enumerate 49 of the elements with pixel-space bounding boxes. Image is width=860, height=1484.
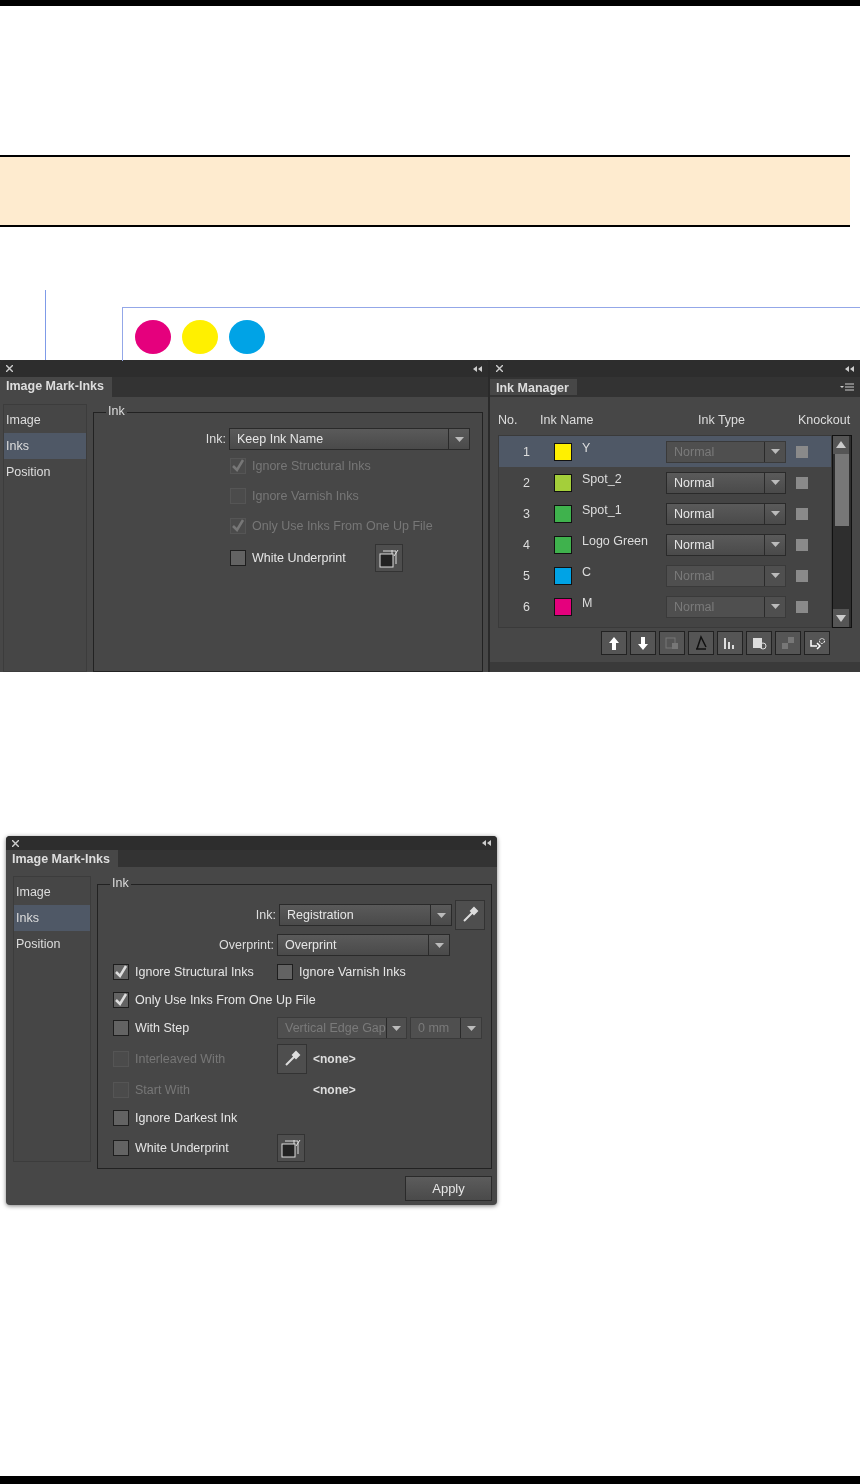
dropdown[interactable]: Keep Ink Name (229, 428, 470, 450)
value-text: <none> (313, 1083, 356, 1097)
dropdown[interactable]: Registration (279, 904, 452, 926)
table-cell-text: 2 (522, 475, 531, 490)
checkbox-label: Ignore Varnish Inks (299, 965, 406, 979)
group-title: Ink (110, 876, 131, 890)
table-cell-text: 5 (522, 568, 531, 583)
column-header: Ink Type (697, 413, 747, 427)
checkbox-label: With Step (135, 1021, 190, 1035)
dropdown[interactable]: Normal (666, 471, 786, 494)
column-header: No. (498, 413, 519, 427)
nav-item[interactable]: Inks (4, 433, 86, 459)
nav-item[interactable]: Inks (14, 905, 90, 931)
checkbox-label: White Underprint (252, 551, 346, 565)
dropdown[interactable]: Normal (666, 502, 786, 525)
nav-item[interactable]: Position (4, 459, 86, 485)
column-header: Knockout (798, 413, 852, 427)
apply-button[interactable]: Apply (405, 1176, 492, 1201)
checkbox-label: Ignore Darkest Ink (135, 1111, 238, 1125)
table-cell-text: 4 (522, 537, 531, 552)
nav-item[interactable]: Image (4, 407, 86, 433)
table-cell-text: Y (582, 440, 592, 455)
field-label: Ink: (255, 908, 276, 922)
table-cell-text: Spot_1 (582, 502, 623, 517)
table-cell-text: Logo Green (582, 533, 650, 548)
table-cell-text: M (582, 595, 594, 610)
table-cell-text: Spot_2 (582, 471, 623, 486)
nav-item[interactable]: Position (14, 931, 90, 957)
table-row[interactable]: 4 Logo Green Normal (499, 529, 832, 560)
dropdown[interactable]: Normal (666, 533, 786, 556)
table-cell-text: 1 (522, 444, 531, 459)
panel-tab[interactable]: Ink Manager (490, 379, 577, 395)
dropdown[interactable]: Overprint (277, 934, 450, 956)
table-row[interactable]: 2 Spot_2 Normal (499, 467, 832, 498)
field-label: Ink: (205, 432, 226, 446)
table-cell-text: 6 (522, 599, 531, 614)
column-header: Ink Name (540, 413, 595, 427)
table-cell-text: C (582, 564, 593, 579)
checkbox-label: White Underprint (135, 1141, 229, 1155)
group-title: Ink (106, 404, 127, 418)
value-text: <none> (313, 1052, 356, 1066)
field-label: Overprint: (219, 938, 274, 952)
nav-item[interactable]: Image (14, 879, 90, 905)
checkbox-label: Ignore Structural Inks (135, 965, 254, 979)
panel-tab[interactable]: Image Mark-Inks (6, 850, 118, 867)
checkbox-label: Only Use Inks From One Up File (135, 993, 316, 1007)
table-row[interactable]: 3 Spot_1 Normal (499, 498, 832, 529)
panel-tab[interactable]: Image Mark-Inks (0, 377, 112, 397)
table-cell-text: 3 (522, 506, 531, 521)
